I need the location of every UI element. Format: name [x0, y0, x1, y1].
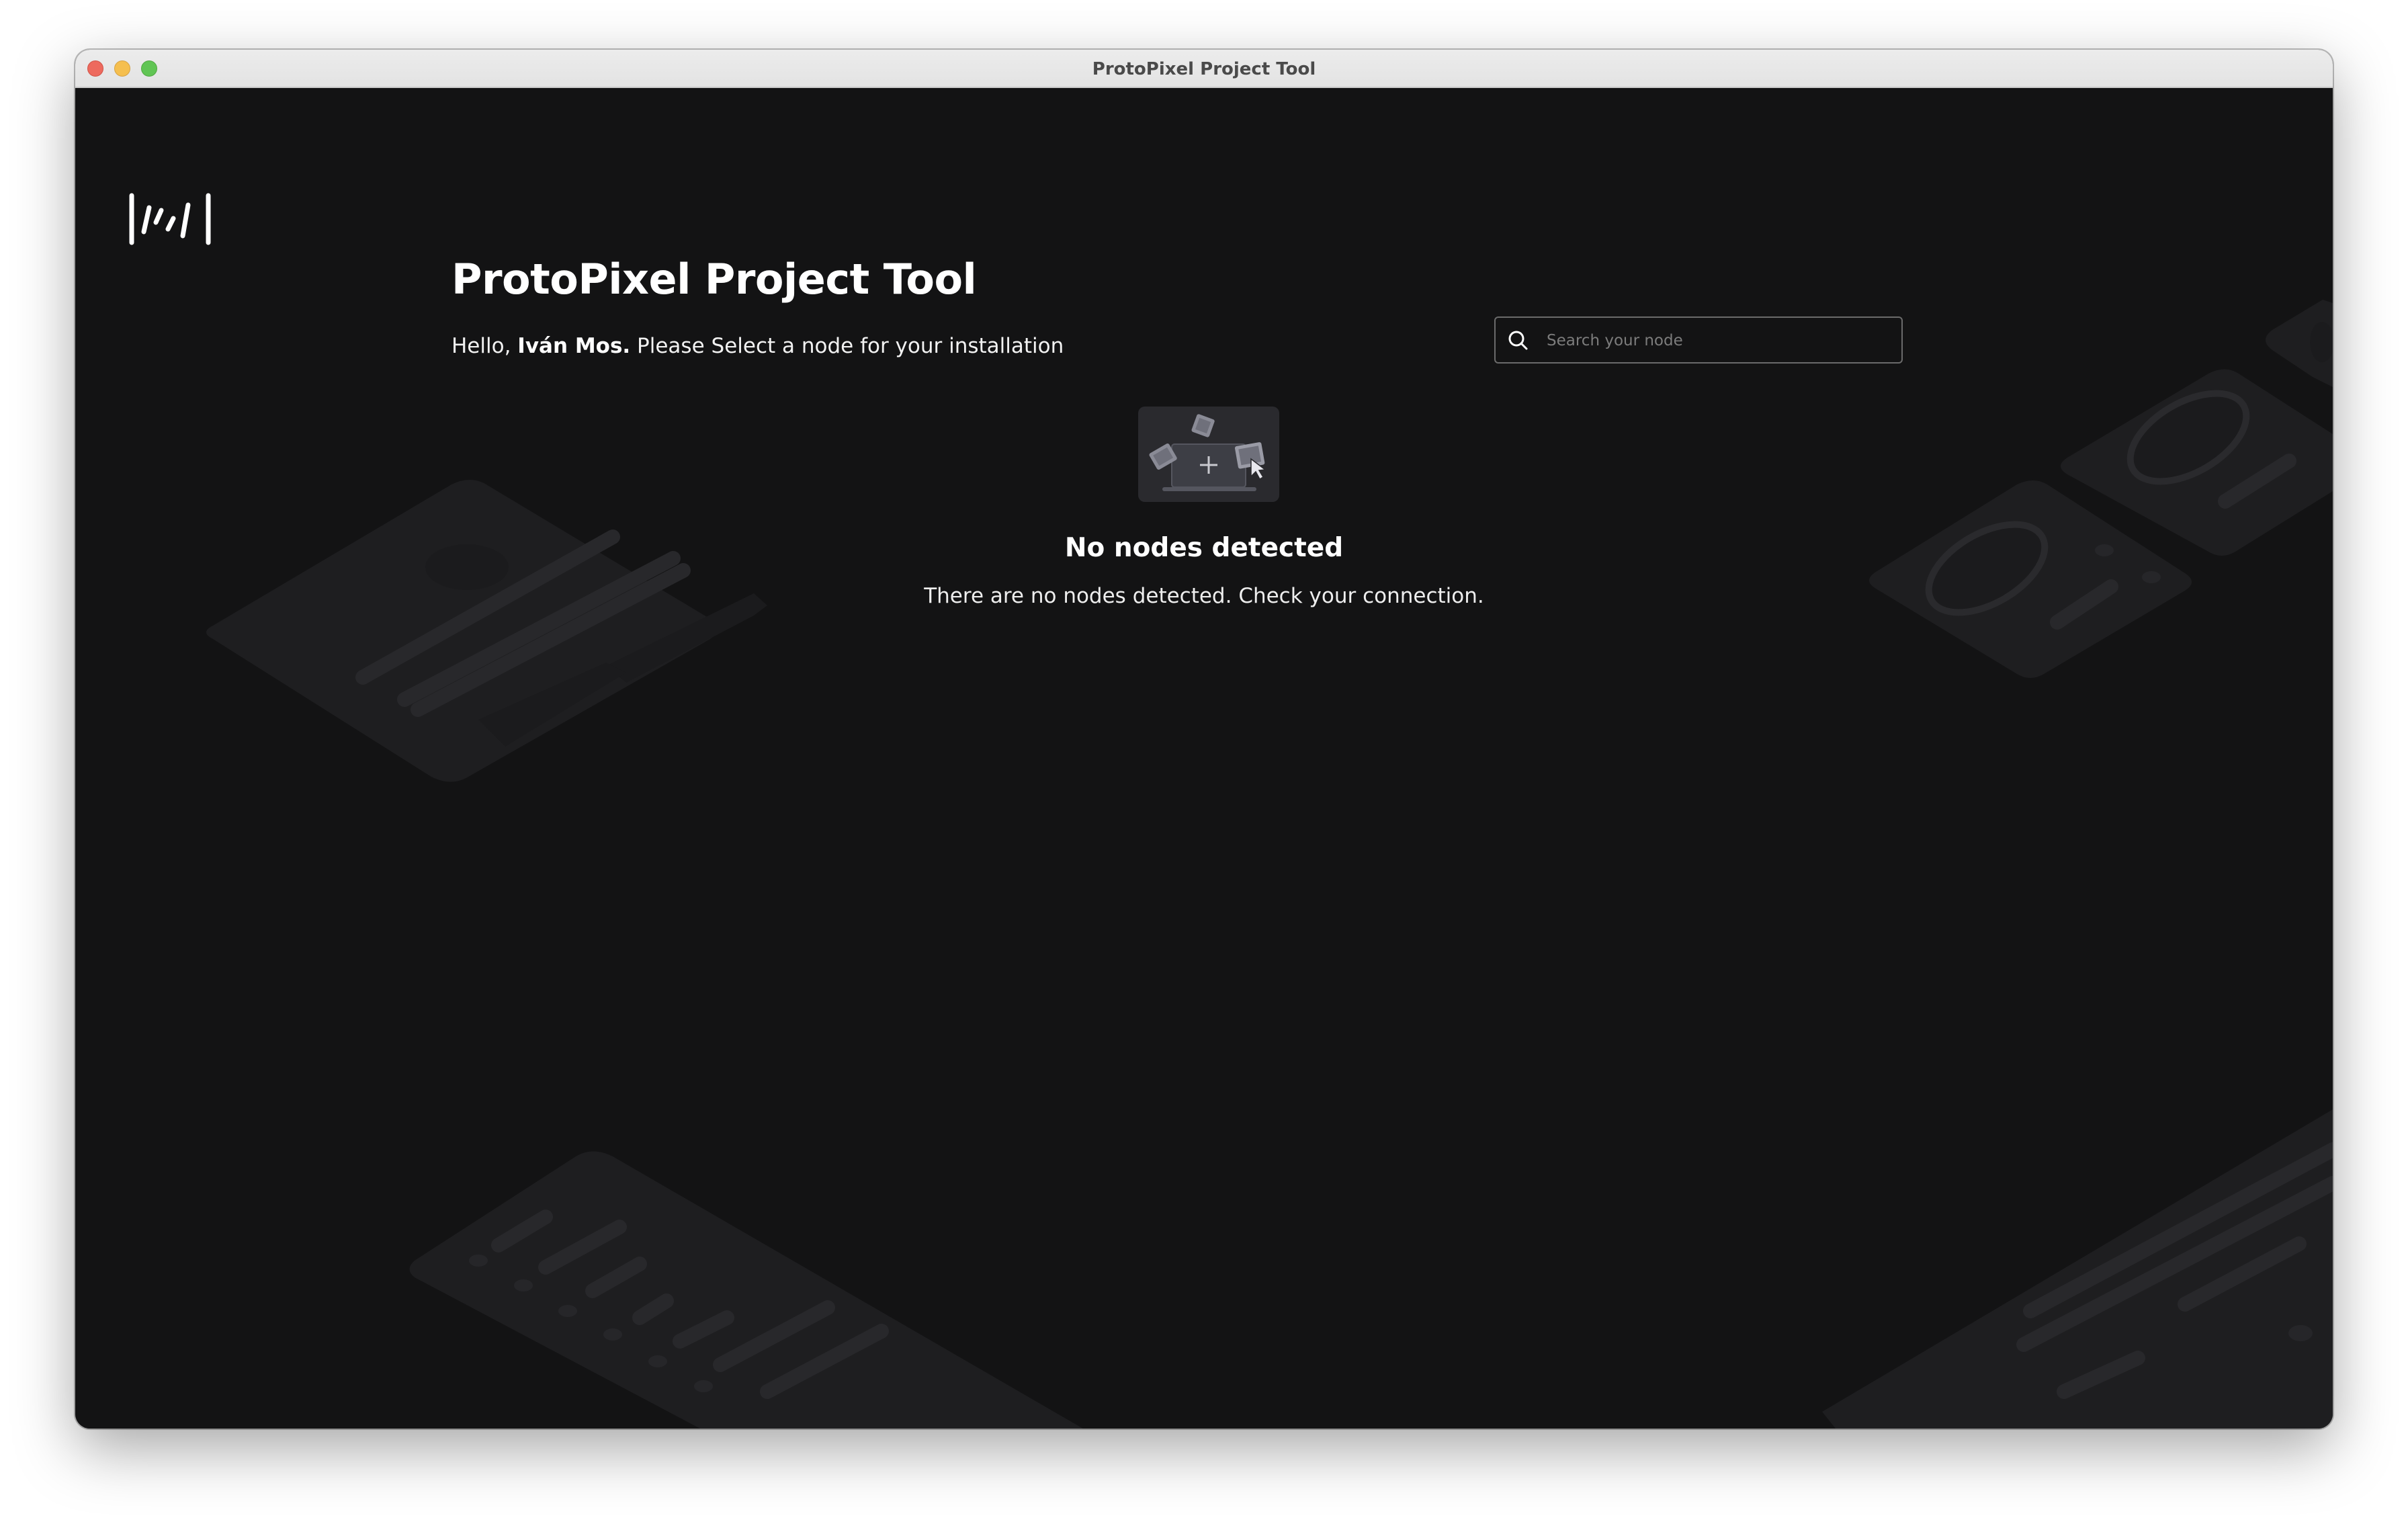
search-icon: [1508, 331, 1528, 350]
title-bar: ProtoPixel Project Tool: [75, 50, 2333, 88]
nodes-illustration: [1138, 407, 1279, 502]
protopixel-logo: [129, 193, 211, 245]
main-content: ProtoPixel Project Tool Hello, Iván Mos.…: [75, 88, 2333, 1429]
background-decoration: [206, 300, 2333, 1429]
greeting-text: Hello, Iván Mos. Please Select a node fo…: [452, 334, 1064, 358]
empty-state-title: No nodes detected: [1064, 533, 1344, 563]
search-box[interactable]: [1494, 316, 1903, 364]
user-name: Iván Mos.: [517, 334, 631, 358]
search-input[interactable]: [1545, 325, 1884, 357]
window-title: ProtoPixel Project Tool: [1092, 59, 1316, 79]
greeting-suffix: Please Select a node for your installati…: [630, 334, 1064, 358]
empty-state-message: There are no nodes detected. Check your …: [924, 584, 1484, 608]
page-title: ProtoPixel Project Tool: [452, 255, 977, 304]
app-window: ProtoPixel Project Tool ProtoPixel Proje…: [75, 50, 2333, 1429]
greeting-prefix: Hello,: [452, 334, 518, 358]
